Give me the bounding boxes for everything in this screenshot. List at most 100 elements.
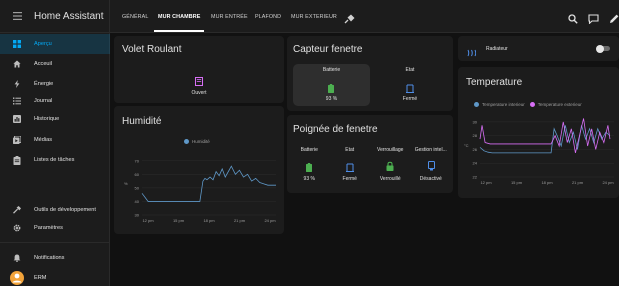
chart-grid xyxy=(480,121,614,178)
tab-mur-exterieur[interactable]: MUR EXTERIEUR xyxy=(291,0,337,33)
tab-plafond[interactable]: PLAFOND xyxy=(255,0,281,33)
sidebar-item-label: Énergie xyxy=(34,81,54,87)
battery-icon xyxy=(306,159,312,177)
sidebar-item-label: Listes de tâches xyxy=(34,157,75,163)
y-axis-unit: % xyxy=(124,181,128,186)
sidebar-item-parametres[interactable]: Paramètres xyxy=(0,218,110,238)
tab-mur-entree[interactable]: MUR ENTRÉE xyxy=(211,0,248,33)
state-value: Fermé xyxy=(402,96,418,102)
y-tick-label: 50 xyxy=(135,185,140,190)
tab-general[interactable]: GÉNÉRAL xyxy=(122,0,148,33)
assist-icon[interactable] xyxy=(588,11,599,29)
x-axis-ticks: 12 pm 15 pm 18 pm 21 pm 24 pm xyxy=(142,218,276,223)
poignee-battery[interactable]: Batterie 93 % xyxy=(289,147,330,187)
active-tab-indicator xyxy=(154,30,204,32)
menu-icon[interactable] xyxy=(0,12,34,20)
poignee-smart[interactable]: Gestion intel... Désactivé xyxy=(411,147,452,187)
poignee-title: Poignée de fenetre xyxy=(293,124,378,135)
tab-mur-chambre[interactable]: MUR CHAMBRE xyxy=(158,0,200,33)
chart-grid xyxy=(142,160,276,216)
poignee-lock-label: Verrouillage xyxy=(377,147,404,153)
cog-icon xyxy=(0,224,34,232)
media-icon xyxy=(0,136,34,144)
window-closed-icon xyxy=(345,159,354,177)
poignee-card[interactable]: Poignée de fenetre Batterie 93 % Etat Fe… xyxy=(287,115,453,193)
volet-title: Volet Roulant xyxy=(122,44,182,55)
x-tick-label: 21 pm xyxy=(572,180,584,185)
battery-label: Batterie xyxy=(322,67,341,73)
capteur-battery-tile[interactable]: Batterie 93 % xyxy=(293,64,370,106)
edit-tabs-icon[interactable] xyxy=(344,11,355,29)
x-tick-label: 15 pm xyxy=(511,180,523,185)
sidebar-item-historique[interactable]: Historique xyxy=(0,109,110,129)
sidebar-item-user[interactable]: ERM xyxy=(0,268,110,286)
x-tick-label: 18 pm xyxy=(541,180,553,185)
poignee-battery-value: 93 % xyxy=(303,176,315,182)
poignee-state-value: Fermé xyxy=(342,176,357,182)
x-tick-label: 12 pm xyxy=(142,218,154,223)
chart-series xyxy=(141,165,276,202)
sidebar-item-medias[interactable]: Médias xyxy=(0,130,110,150)
search-icon[interactable] xyxy=(568,11,578,29)
capteur-title: Capteur fenetre xyxy=(293,44,363,55)
sidebar-divider xyxy=(0,242,110,243)
edit-dashboard-icon[interactable] xyxy=(609,11,619,29)
sidebar-item-label: Outils de développement xyxy=(34,207,96,213)
sidebar-item-outils[interactable]: Outils de développement xyxy=(0,200,110,220)
bell-icon xyxy=(0,254,34,262)
user-name: ERM xyxy=(34,275,47,281)
capteur-state-tile[interactable]: Etat Fermé xyxy=(371,64,449,106)
lock-icon xyxy=(386,158,394,176)
poignee-lock-value: Verrouillé xyxy=(379,176,401,182)
y-tick-label: 60 xyxy=(135,172,140,177)
state-label: Etat xyxy=(405,67,415,73)
poignee-lock[interactable]: Verrouillage Verrouillé xyxy=(370,147,411,187)
capteur-card[interactable]: Capteur fenetre Batterie 93 % Etat Fermé xyxy=(287,36,453,111)
humidite-chart: 70 60 50 40 30 12 pm 15 pm 18 pm 21 pm 24 pm % xyxy=(124,158,276,223)
window-shutter-icon xyxy=(195,73,203,91)
sidebar-item-apercu[interactable]: Aperçu xyxy=(0,34,110,54)
sidebar-item-label: Paramètres xyxy=(34,225,63,231)
x-tick-label: 21 pm xyxy=(234,218,246,223)
x-tick-label: 24 pm xyxy=(602,180,614,185)
poignee-columns: Batterie 93 % Etat Fermé Verrouillage Ve… xyxy=(289,147,451,187)
sidebar-item-listes[interactable]: Listes de tâches xyxy=(0,150,110,170)
volet-card[interactable]: Volet Roulant Ouvert xyxy=(114,36,284,103)
avatar xyxy=(0,271,34,285)
y-axis-unit: °C xyxy=(464,143,469,148)
grid-icon xyxy=(0,40,34,48)
y-tick-label: 26 xyxy=(473,147,478,152)
y-tick-label: 28 xyxy=(473,133,478,138)
x-axis-ticks: 12 pm 15 pm 18 pm 21 pm 24 pm xyxy=(480,180,614,185)
battery-value: 93 % xyxy=(325,96,338,102)
poignee-state[interactable]: Etat Fermé xyxy=(330,147,371,187)
radiateur-toggle[interactable] xyxy=(596,44,610,53)
sidebar-item-label: Historique xyxy=(34,116,60,122)
humidite-card[interactable]: Humidité Humidité 70 60 50 40 30 12 pm 15 pm 1… xyxy=(114,106,284,234)
x-tick-label: 12 pm xyxy=(480,180,492,185)
y-tick-label: 40 xyxy=(135,199,140,204)
top-bar: GÉNÉRAL MUR CHAMBRE MUR ENTRÉE PLAFOND M… xyxy=(110,0,619,33)
radiateur-card[interactable]: Radiateur xyxy=(458,36,619,61)
y-axis-ticks: 30 28 26 24 22 xyxy=(473,119,478,179)
sidebar-item-label: Aperçu xyxy=(34,41,52,47)
sidebar-item-acceuil[interactable]: Acceuil xyxy=(0,54,110,74)
x-tick-label: 18 pm xyxy=(203,218,215,223)
radiateur-label: Radiateur xyxy=(486,46,508,52)
radiator-icon xyxy=(467,44,477,62)
clipboard-icon xyxy=(0,155,34,165)
series-line-1 xyxy=(141,165,276,202)
lightning-icon xyxy=(0,80,34,88)
temperature-card[interactable]: Temperature Temperature interieur Temper… xyxy=(458,67,619,198)
temperature-chart: 30 28 26 24 22 12 pm 15 pm 18 pm 21 pm 24 pm °C xyxy=(464,118,614,185)
y-tick-label: 70 xyxy=(135,158,140,163)
toggle-knob xyxy=(596,44,604,53)
y-tick-label: 30 xyxy=(473,119,478,124)
sidebar-item-label: Journal xyxy=(34,98,53,104)
list-icon xyxy=(0,97,34,105)
sidebar-item-notifications[interactable]: Notifications xyxy=(0,248,110,268)
series-line-1 xyxy=(479,125,611,154)
app-title: Home Assistant xyxy=(34,10,104,22)
x-tick-label: 15 pm xyxy=(173,218,185,223)
sidebar-item-journal[interactable]: Journal xyxy=(0,91,110,111)
